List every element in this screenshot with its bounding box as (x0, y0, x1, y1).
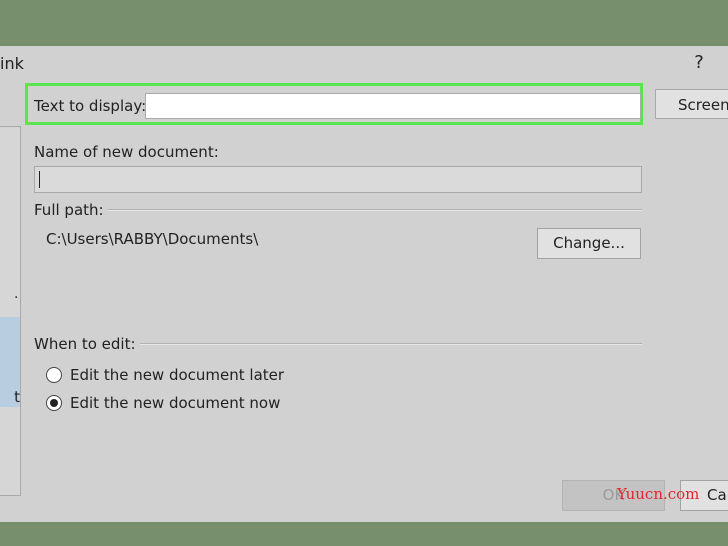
text-to-display-input[interactable] (145, 93, 641, 119)
radio-edit-now[interactable]: Edit the new document now (46, 392, 286, 414)
cancel-button-label: Cancel (707, 486, 728, 504)
when-to-edit-label: When to edit: (34, 335, 136, 353)
dialog-titlebar: ink ? (0, 46, 728, 82)
dialog-title: ink (0, 54, 24, 73)
text-to-display-label: Text to display: (34, 97, 147, 115)
help-button[interactable]: ? (688, 52, 710, 76)
link-to-item-label: s t (14, 277, 20, 298)
full-path-value: C:\Users\RABBY\Documents\ (46, 230, 259, 248)
new-document-name-input[interactable] (34, 166, 642, 193)
full-path-separator (108, 209, 642, 211)
watermark-text: Yuucn.com (617, 485, 700, 503)
new-document-name-label: Name of new document: (34, 143, 219, 161)
insert-hyperlink-dialog: ink ? e g s t w t Text to display: Scree… (0, 46, 728, 522)
screentip-button[interactable]: ScreenTip... (655, 89, 728, 119)
change-path-button[interactable]: Change... (537, 228, 641, 259)
radio-edit-later[interactable]: Edit the new document later (46, 364, 286, 386)
link-to-item-place-in-document[interactable]: s t (0, 262, 20, 298)
radio-button-selected[interactable] (46, 395, 62, 411)
link-to-item-new-document[interactable]: w t (0, 317, 20, 407)
link-to-item-label: e g (10, 182, 20, 203)
screentip-button-label: ScreenTip... (678, 96, 728, 114)
link-to-item-existing-file[interactable]: e g (0, 167, 20, 203)
text-caret (39, 171, 40, 188)
when-to-edit-separator (140, 343, 642, 345)
radio-button[interactable] (46, 367, 62, 383)
change-path-button-label: Change... (553, 234, 625, 252)
radio-edit-later-label: Edit the new document later (70, 366, 285, 384)
radio-dot (50, 399, 58, 407)
radio-edit-now-label: Edit the new document now (70, 394, 281, 412)
link-to-item-label: w t (14, 373, 20, 406)
full-path-label: Full path: (34, 201, 104, 219)
link-to-panel: e g s t w t (0, 126, 21, 496)
